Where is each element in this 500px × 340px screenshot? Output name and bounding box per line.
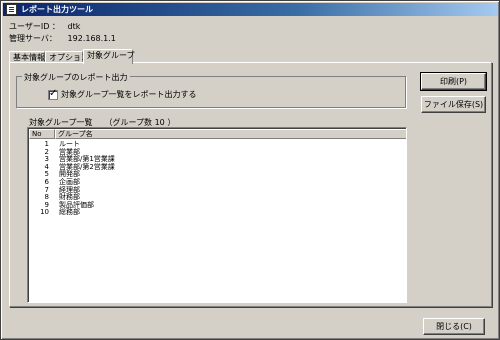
report-output-window: レポート出力ツール ユーザーID ： dtk 管理サーバ： 192.168.1.… bbox=[0, 0, 500, 340]
title-bar[interactable]: レポート出力ツール bbox=[3, 3, 498, 16]
list-item[interactable]: 5 開発部 bbox=[29, 171, 406, 178]
group-list[interactable]: No グループ名 1 ルート 2 営業部 3 営業部/第1営業課 4 営業部/第2営業課 5 開発… bbox=[27, 127, 407, 303]
list-item-no: 6 bbox=[44, 178, 49, 186]
list-item-group-name: 総務部 bbox=[59, 208, 80, 217]
list-item[interactable]: 6 企画部 bbox=[29, 178, 406, 186]
window-title: レポート出力ツール bbox=[21, 5, 93, 14]
list-item[interactable]: 9 製品評価部 bbox=[29, 201, 406, 209]
list-item[interactable]: 10 総務部 bbox=[29, 208, 406, 217]
list-item[interactable]: 4 営業部/第2営業課 bbox=[29, 163, 406, 171]
group-list-title: 対象グループ一覧 bbox=[29, 118, 93, 127]
user-id-label: ユーザーID ： bbox=[9, 22, 60, 31]
group-count: （グループ数 10 ） bbox=[104, 118, 176, 127]
server-value: 192.168.1.1 bbox=[67, 34, 116, 43]
tab-target-groups[interactable]: 対象グループ bbox=[83, 49, 135, 64]
list-item-group-name: ルート bbox=[59, 140, 80, 148]
output-group-list-checkbox[interactable] bbox=[48, 88, 58, 100]
column-header-no[interactable]: No bbox=[29, 129, 55, 139]
list-item-no: 1 bbox=[44, 140, 49, 148]
list-item-no: 10 bbox=[40, 208, 49, 217]
user-id-row: ユーザーID ： dtk bbox=[9, 21, 80, 32]
list-item-group-name: 企画部 bbox=[59, 178, 80, 186]
app-icon bbox=[6, 4, 17, 15]
user-id-value: dtk bbox=[67, 22, 81, 31]
list-item[interactable]: 1 ルート bbox=[29, 140, 406, 148]
close-button[interactable]: 閉じる(C) bbox=[423, 318, 485, 335]
print-button[interactable]: 印刷(P) bbox=[420, 72, 487, 91]
group-list-header: No グループ名 bbox=[29, 129, 406, 139]
output-groupbox-title: 対象グループのレポート出力 bbox=[22, 72, 130, 83]
server-row: 管理サーバ： 192.168.1.1 bbox=[9, 33, 116, 44]
server-label: 管理サーバ： bbox=[9, 34, 57, 43]
list-item[interactable]: 7 経理部 bbox=[29, 186, 406, 194]
column-header-group-name[interactable]: グループ名 bbox=[55, 129, 406, 139]
save-file-button[interactable]: ファイル保存(S) bbox=[421, 96, 486, 113]
output-group-list-checkbox-label[interactable]: 対象グループ一覧をレポート出力する bbox=[61, 89, 197, 100]
